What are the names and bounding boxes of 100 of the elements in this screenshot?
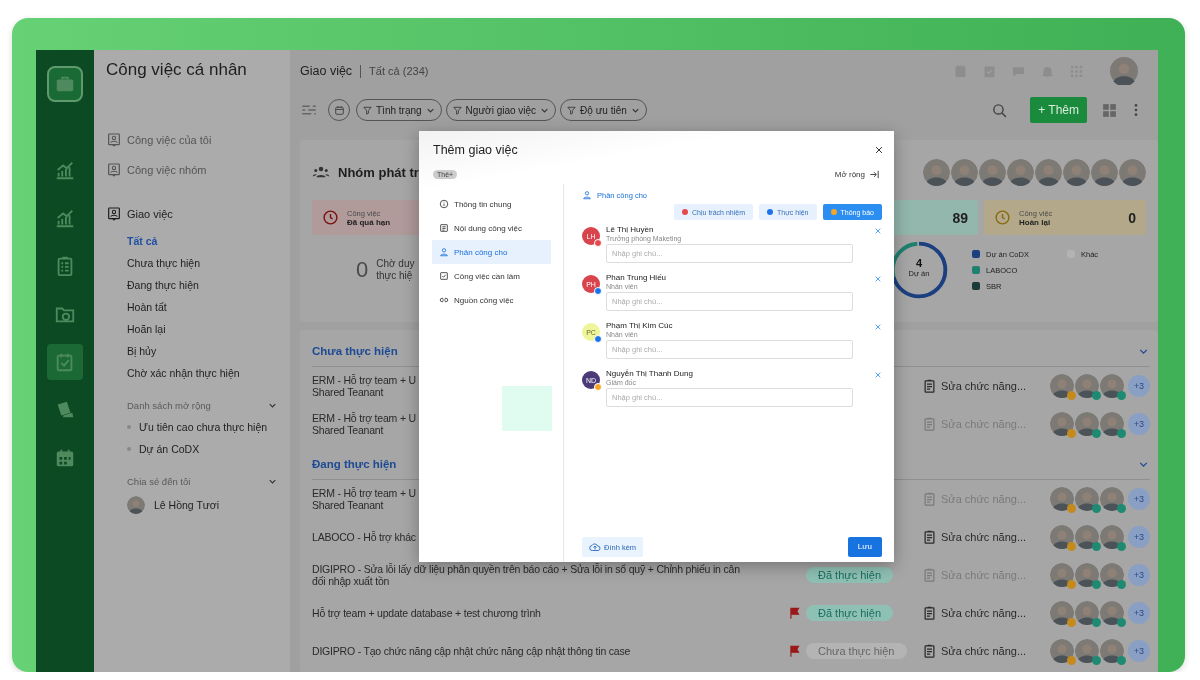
more-count[interactable]: +3 <box>1128 526 1150 548</box>
role-dot-icon <box>766 209 773 215</box>
dialog-title: Thêm giao việc <box>433 143 518 157</box>
document-icon <box>922 605 937 621</box>
page-heading: Giao việc <box>300 64 353 78</box>
sidebar-item[interactable]: Đang thực hiện <box>106 274 278 296</box>
more-count[interactable]: +3 <box>1128 488 1150 510</box>
chart-icon <box>54 159 76 181</box>
nav-tab[interactable]: Nguồn công việc <box>432 288 551 312</box>
close-icon[interactable] <box>874 145 884 155</box>
status-badge: Chưa thực hiện <box>806 643 907 659</box>
stat-value: 0 <box>1128 209 1136 226</box>
group-heading[interactable]: Đang thực hiện <box>312 458 397 470</box>
sidebar-item[interactable]: Hoãn lại <box>106 318 278 340</box>
donut-value: 4 <box>915 257 923 269</box>
user-icon <box>582 190 592 200</box>
document-icon <box>922 567 937 583</box>
subtask-label: Sửa chức năng... <box>941 645 1027 657</box>
person-card-icon <box>106 206 122 222</box>
layout-icon[interactable] <box>1101 101 1118 119</box>
sidebar-item[interactable]: Công việc nhóm <box>106 162 278 178</box>
expand-link[interactable]: Mở rộng <box>834 169 880 180</box>
section-title: Danh sách mở rộng <box>126 399 211 411</box>
document-icon <box>922 529 937 545</box>
group-heading[interactable]: Chưa thực hiện <box>312 345 398 357</box>
remove-icon[interactable] <box>874 275 882 283</box>
person-name[interactable]: Lê Hồng Tươi <box>154 499 220 511</box>
section-title: Chia sẻ đến tôi <box>126 475 191 487</box>
pending-count: 0 <box>356 257 369 283</box>
more-count[interactable]: +3 <box>1128 375 1150 397</box>
link-icon <box>439 295 449 305</box>
remove-icon[interactable] <box>874 371 882 379</box>
document-icon <box>922 643 937 659</box>
rail-button[interactable] <box>47 66 83 102</box>
page-title: Công việc cá nhân <box>106 60 248 80</box>
subtask-label: Sửa chức năng... <box>941 531 1027 543</box>
stat-status: Hoàn lại <box>1019 217 1052 227</box>
sidebar-item[interactable]: Dự án CoDX <box>139 443 200 455</box>
task-title[interactable]: Hỗ trợ team + update database + test chương trình <box>312 606 784 620</box>
subtask-label: Sửa chức năng... <box>941 607 1027 619</box>
remove-icon[interactable] <box>874 323 882 331</box>
more-count[interactable]: +3 <box>1128 564 1150 586</box>
nav-tab[interactable]: Thông tin chung <box>432 192 551 216</box>
pending-label: Chờ duy thực hiệ <box>376 258 415 282</box>
user-icon <box>439 247 449 257</box>
person-name: Lê Thị Huyền <box>606 225 655 234</box>
calendar-icon <box>332 103 346 117</box>
add-button[interactable]: + Thêm <box>1030 97 1087 123</box>
info-icon <box>439 199 449 209</box>
bullet-dot <box>127 447 131 451</box>
more-count[interactable]: +3 <box>1128 640 1150 662</box>
sidebar-item[interactable]: Tất cả <box>106 230 278 252</box>
sidebar-item[interactable]: Giao việc <box>106 206 278 222</box>
person-card-icon <box>106 132 122 148</box>
document-icon <box>922 416 937 432</box>
record-count: Tất cả (234) <box>369 65 429 77</box>
clock-icon <box>322 209 339 226</box>
empty-panel <box>502 386 552 431</box>
role-dot-icon <box>682 209 689 215</box>
sidebar-item[interactable]: Công việc của tôi <box>106 132 278 148</box>
task-title[interactable]: DIGIPRO - Sửa lỗi lấy dữ liệu phân quyền trên báo cáo + Sửa lỗi in sổ quỹ + Chỉnh phiếu in cân đối nhập xuất tồn <box>312 562 784 588</box>
status-badge: Đã thực hiện <box>806 567 893 583</box>
subtask-label: Sửa chức năng... <box>941 380 1027 392</box>
more-count[interactable]: +3 <box>1128 413 1150 435</box>
filter-icon <box>451 104 463 116</box>
status-badge: Đã thực hiện <box>806 605 893 621</box>
person-card-icon <box>106 162 122 178</box>
chart-icon <box>54 207 76 229</box>
checkbox-icon <box>439 271 449 281</box>
sidebar-item[interactable]: Ưu tiên cao chưa thực hiện <box>139 421 268 433</box>
clock-icon <box>994 209 1011 226</box>
filter-icon <box>566 104 578 116</box>
sidebar-item[interactable]: Bị hủy <box>106 340 278 362</box>
sidebar-item[interactable]: Chờ xác nhận thực hiện <box>106 362 278 384</box>
bullet-dot <box>127 425 131 429</box>
filter-icon <box>362 104 373 116</box>
nav-tab[interactable]: Phân công cho <box>432 240 551 264</box>
nav-tab[interactable]: Nội dung công việc <box>432 216 551 240</box>
calendar-icon <box>54 447 76 469</box>
task-title[interactable]: DIGIPRO - Tạo chức năng cập nhật chức năng cập nhật thông tin case <box>312 644 784 658</box>
expand-icon <box>869 169 880 180</box>
remove-icon[interactable] <box>874 227 882 235</box>
nav-tab[interactable]: Công việc cần làm <box>432 264 551 288</box>
document-icon <box>439 223 449 233</box>
stat-value: 89 <box>952 209 968 226</box>
save-button[interactable]: Lưu <box>847 537 882 557</box>
stat-status: Đã quá hạn <box>347 217 391 227</box>
document-icon <box>922 491 937 507</box>
rail-button[interactable] <box>47 344 83 380</box>
sidebar-item[interactable]: Hoàn tất <box>106 296 278 318</box>
group-title: Nhóm phát tr <box>338 164 419 180</box>
more-count[interactable]: +3 <box>1128 602 1150 624</box>
person-name: Phạm Thị Kim Cúc <box>606 321 674 330</box>
person-name: Phan Trung Hiếu <box>606 273 668 282</box>
search-icon[interactable] <box>991 101 1009 119</box>
sidebar-item[interactable]: Chưa thực hiện <box>106 252 278 274</box>
document-icon <box>922 378 937 394</box>
role-dot-icon <box>830 209 837 215</box>
upload-cloud-icon <box>589 541 601 553</box>
person-name: Nguyễn Thị Thanh Dung <box>606 369 694 378</box>
